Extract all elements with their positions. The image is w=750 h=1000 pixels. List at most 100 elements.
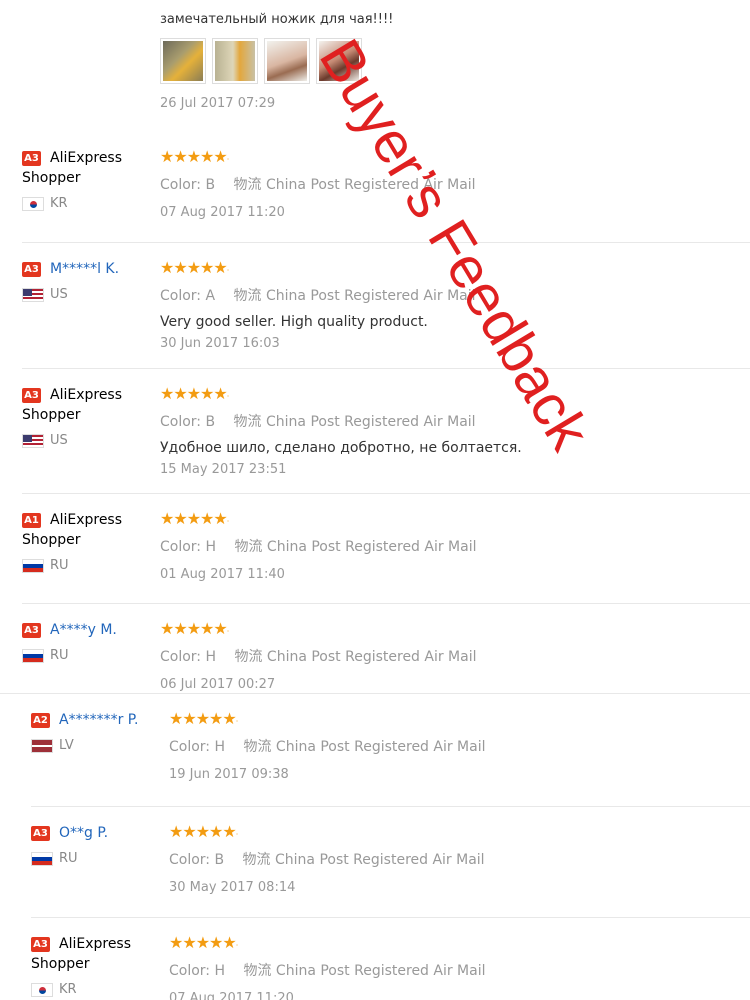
buyer-level-badge: A3 xyxy=(22,623,41,638)
country-code: US xyxy=(50,433,68,448)
us-flag-icon xyxy=(22,433,44,448)
shipping-method: China Post Registered Air Mail xyxy=(266,649,477,665)
review-photo-thumbnail[interactable] xyxy=(264,38,310,84)
color-label: Color: xyxy=(160,177,202,193)
buyer-level-badge: A1 xyxy=(22,513,41,528)
buyer-name-text[interactable]: A****y M. xyxy=(50,622,117,638)
ru-flag-icon xyxy=(31,851,53,866)
shipping-label: 物流 xyxy=(243,739,272,755)
star-icons: ★★★★★ xyxy=(160,258,228,277)
buyer-level-badge: A3 xyxy=(22,262,41,277)
buyer-name[interactable]: A3 A****y M. xyxy=(22,620,152,640)
country-code: KR xyxy=(59,982,77,997)
review-photo-thumbnail[interactable] xyxy=(212,38,258,84)
color-label: Color: xyxy=(160,649,202,665)
buyer-level-badge: A3 xyxy=(31,937,50,952)
star-icons: ★★★★★ xyxy=(160,509,228,528)
country-code: LV xyxy=(59,738,74,753)
shipping-label: 物流 xyxy=(233,288,262,304)
order-info: Color: H 物流 China Post Registered Air Ma… xyxy=(169,961,750,981)
feedback-item: A3 AliExpress Shopper US ★★★★★· Color: B … xyxy=(22,368,750,493)
color-label: Color: xyxy=(169,963,211,979)
kr-flag-icon xyxy=(31,982,53,997)
review-photo-thumbnail[interactable] xyxy=(160,38,206,84)
buyer-country: US xyxy=(22,287,152,302)
buyer-info: A3 AliExpress Shopper KR xyxy=(22,148,152,211)
buyer-name[interactable]: A3 M*****l K. xyxy=(22,259,152,279)
feedback-date: 06 Jul 2017 00:27 xyxy=(160,677,276,692)
shipping-method: China Post Registered Air Mail xyxy=(275,852,485,868)
feedback-date: 15 May 2017 23:51 xyxy=(160,462,287,477)
buyer-info: A1 AliExpress Shopper RU xyxy=(22,510,152,573)
star-rating: ★★★★★· xyxy=(169,822,238,841)
buyer-name-text: AliExpress xyxy=(50,387,123,403)
star-rating: ★★★★★· xyxy=(169,933,238,952)
buyer-name-line2: Shopper xyxy=(22,407,81,423)
feedback-date: 30 Jun 2017 16:03 xyxy=(160,336,280,351)
review-photo-thumbnail[interactable] xyxy=(316,38,362,84)
feedback-item: A1 AliExpress Shopper RU ★★★★★· Color: H … xyxy=(22,493,750,603)
shipping-method: China Post Registered Air Mail xyxy=(266,539,477,555)
feedback-list: A2 A*******r P. LV ★★★★★· Color: H 物流 Chi… xyxy=(31,694,750,1000)
feedback-date: 30 May 2017 08:14 xyxy=(169,880,296,895)
buyer-name-text: AliExpress xyxy=(59,936,132,952)
color-value: A xyxy=(205,288,216,304)
review-photos xyxy=(160,38,393,84)
color-label: Color: xyxy=(160,539,202,555)
buyer-level-badge: A3 xyxy=(31,826,50,841)
buyer-country: RU xyxy=(22,648,152,663)
feedback-item: A3 A****y M. RU ★★★★★· Color: H 物流 China … xyxy=(22,603,750,693)
feedback-comment: Very good seller. High quality product. xyxy=(160,314,428,330)
buyer-name[interactable]: A3 O**g P. xyxy=(31,823,161,843)
feedback-detail: ★★★★★· Color: B 物流 China Post Registered… xyxy=(160,384,750,478)
order-info: Color: H 物流 China Post Registered Air Ma… xyxy=(160,647,750,667)
buyer-name-line2: Shopper xyxy=(31,956,90,972)
star-rating: ★★★★★· xyxy=(160,147,229,166)
feedback-item: A2 A*******r P. LV ★★★★★· Color: H 物流 Chi… xyxy=(31,694,750,806)
shipping-label: 物流 xyxy=(233,177,262,193)
buyer-info: A3 O**g P. RU xyxy=(31,823,161,866)
buyer-name: A3 AliExpress xyxy=(22,385,152,405)
feedback-detail: ★★★★★· Color: H 物流 China Post Registered… xyxy=(160,509,750,583)
shipping-label: 物流 xyxy=(243,963,272,979)
color-label: Color: xyxy=(169,852,211,868)
buyer-info: A3 AliExpress Shopper KR xyxy=(31,934,161,997)
shipping-method: China Post Registered Air Mail xyxy=(266,414,476,430)
buyer-info: A3 M*****l K. US xyxy=(22,259,152,302)
buyer-info: A3 A****y M. RU xyxy=(22,620,152,663)
color-value: H xyxy=(205,649,217,665)
shipping-method: China Post Registered Air Mail xyxy=(275,963,486,979)
buyer-name-text: AliExpress xyxy=(50,512,123,528)
lower-feedback-section: A2 A*******r P. LV ★★★★★· Color: H 物流 Chi… xyxy=(0,693,750,1000)
order-info: Color: B 物流 China Post Registered Air Ma… xyxy=(169,850,750,870)
buyer-name[interactable]: A2 A*******r P. xyxy=(31,710,161,730)
color-value: B xyxy=(214,852,225,868)
shipping-method: China Post Registered Air Mail xyxy=(275,739,486,755)
buyer-info: A2 A*******r P. LV xyxy=(31,710,161,753)
feedback-detail: ★★★★★· Color: A 物流 China Post Registered… xyxy=(160,258,750,352)
color-value: B xyxy=(205,414,216,430)
buyer-name-text[interactable]: A*******r P. xyxy=(59,712,139,728)
color-value: B xyxy=(205,177,216,193)
star-icons: ★★★★★ xyxy=(160,619,228,638)
order-info: Color: H 物流 China Post Registered Air Ma… xyxy=(160,537,750,557)
star-rating: ★★★★★· xyxy=(160,384,229,403)
buyer-name: A1 AliExpress xyxy=(22,510,152,530)
lv-flag-icon xyxy=(31,738,53,753)
buyer-name-text[interactable]: O**g P. xyxy=(59,825,108,841)
color-value: H xyxy=(214,963,226,979)
buyer-name-text[interactable]: M*****l K. xyxy=(50,261,119,277)
shipping-method: China Post Registered Air Mail xyxy=(265,288,476,304)
buyer-name-text: AliExpress xyxy=(50,150,123,166)
shipping-label: 物流 xyxy=(234,649,263,665)
star-icons: ★★★★★ xyxy=(169,933,237,952)
buyer-level-badge: A3 xyxy=(22,388,41,403)
star-rating: ★★★★★· xyxy=(160,619,229,638)
feedback-item: A3 M*****l K. US ★★★★★· Color: A 物流 China… xyxy=(22,242,750,368)
review-text: замечательный ножик для чая!!!! xyxy=(160,12,394,27)
star-rating: ★★★★★· xyxy=(160,509,229,528)
feedback-item: A3 O**g P. RU ★★★★★· Color: B 物流 China Po… xyxy=(31,806,750,917)
star-icons: ★★★★★ xyxy=(160,147,228,166)
buyer-country: RU xyxy=(31,851,161,866)
buyer-name: A3 AliExpress xyxy=(22,148,152,168)
